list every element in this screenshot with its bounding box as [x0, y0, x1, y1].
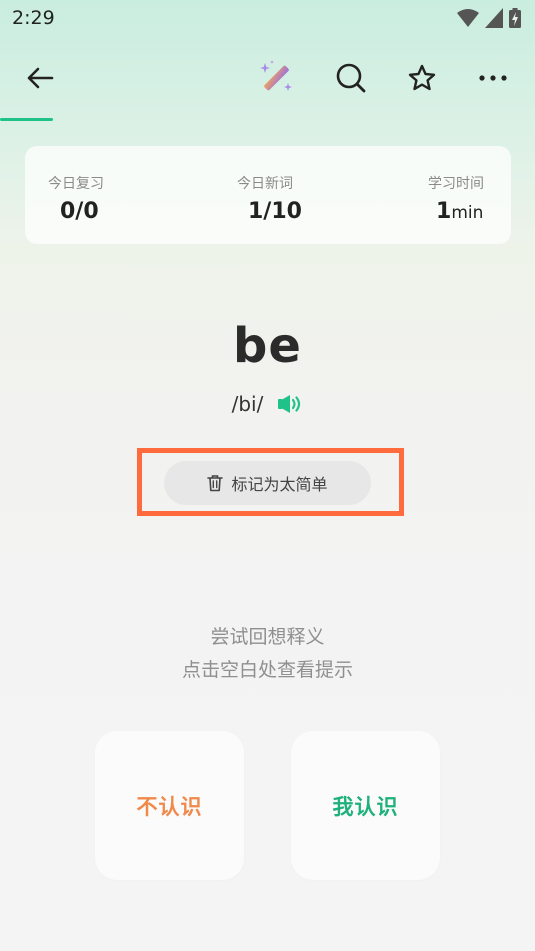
- hint-line-1: 尝试回想释义: [210, 626, 325, 648]
- dont-know-button[interactable]: 不认识: [95, 731, 244, 880]
- search-button[interactable]: [331, 58, 371, 98]
- know-button[interactable]: 我认识: [291, 731, 440, 880]
- star-outline-icon: [408, 64, 436, 91]
- stat-review-label: 今日复习: [48, 176, 104, 192]
- speaker-icon[interactable]: [277, 394, 303, 414]
- back-button[interactable]: [20, 58, 60, 98]
- magic-wand-icon: [260, 60, 292, 91]
- word-text: be: [233, 318, 302, 374]
- cellular-signal-icon: [485, 8, 503, 28]
- more-horizontal-icon: [479, 75, 507, 81]
- stat-new-words-label: 今日新词: [237, 176, 293, 192]
- stat-study-time-unit: min: [451, 203, 484, 223]
- favorite-button[interactable]: [402, 58, 442, 98]
- status-bar: 2:29: [0, 0, 535, 38]
- stat-new-words-value: 1/10: [248, 199, 302, 224]
- wifi-icon: [457, 9, 479, 27]
- mark-too-easy-label: 标记为太简单: [231, 475, 328, 494]
- toolbar: [0, 50, 535, 106]
- more-button[interactable]: [473, 58, 513, 98]
- dont-know-label: 不认识: [136, 794, 203, 819]
- trash-icon: [207, 475, 224, 492]
- stat-study-time-value: 1min: [436, 199, 483, 224]
- stat-study-time-number: 1: [436, 199, 452, 224]
- magic-button[interactable]: [257, 58, 297, 98]
- battery-charging-icon: [509, 8, 521, 28]
- stat-review-value: 0/0: [60, 199, 99, 224]
- stat-study-time-label: 学习时间: [428, 176, 484, 192]
- know-label: 我认识: [332, 794, 399, 819]
- mark-too-easy-button[interactable]: 标记为太简单: [164, 461, 371, 505]
- stats-card: 今日复习 0/0 今日新词 1/10 学习时间 1min: [25, 146, 511, 244]
- hint-line-2[interactable]: 点击空白处查看提示: [0, 655, 535, 682]
- phonetic-row: /bi/: [0, 392, 535, 416]
- status-time: 2:29: [12, 7, 55, 29]
- arrow-left-icon: [27, 67, 54, 89]
- search-icon: [336, 63, 366, 93]
- phonetic-text: /bi/: [231, 392, 264, 416]
- status-icons: [457, 8, 521, 28]
- tab-indicator: [0, 118, 53, 121]
